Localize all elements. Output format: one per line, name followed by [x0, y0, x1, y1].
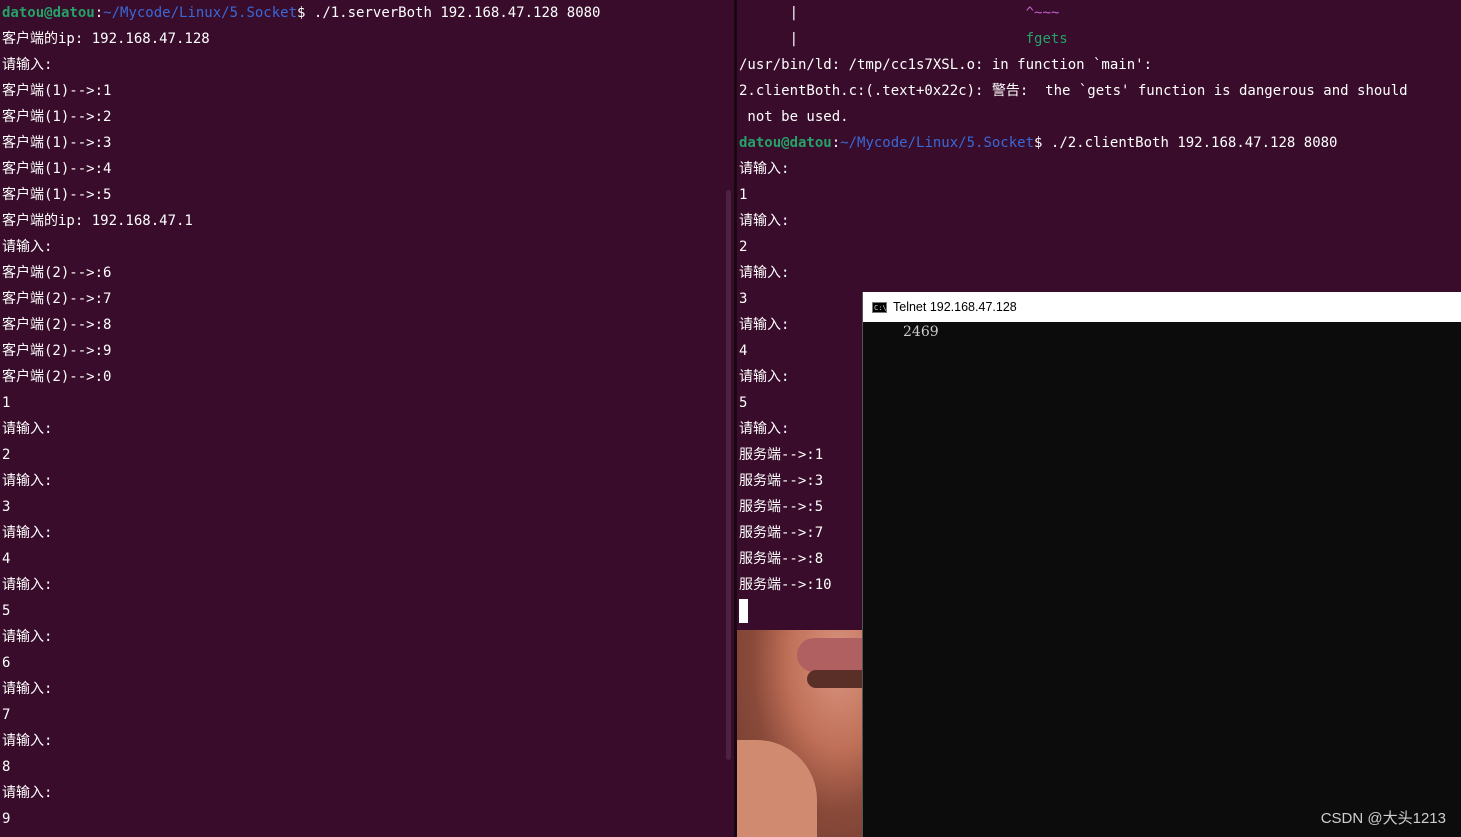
terminal-line: 请输入: — [2, 681, 53, 697]
server-terminal-window[interactable]: datou@datou:~/Mycode/Linux/5.Socket$ ./1… — [0, 0, 734, 837]
terminal-line: 2 — [739, 239, 748, 255]
terminal-line: 请输入: — [2, 629, 53, 645]
warning-pad — [798, 31, 1026, 47]
terminal-line: 客户端的ip: 192.168.47.128 — [2, 31, 210, 47]
terminal-line: 客户端(2)-->:7 — [2, 291, 112, 307]
server-output: 客户端的ip: 192.168.47.128 请输入: 客户端(1)-->:1 客户端… — [0, 26, 734, 832]
prompt-user: datou@datou — [739, 135, 832, 151]
terminal-line: 客户端(2)-->:6 — [2, 265, 112, 281]
telnet-titlebar[interactable]: C:\ Telnet 192.168.47.128 — [863, 292, 1461, 322]
warning-function-name: fgets — [1025, 31, 1068, 47]
prompt-colon: : — [94, 5, 104, 21]
terminal-line: 客户端(2)-->:9 — [2, 343, 112, 359]
shell-prompt-line: datou@datou:~/Mycode/Linux/5.Socket$ ./1… — [0, 0, 734, 26]
prompt-path: ~/Mycode/Linux/5.Socket — [840, 135, 1035, 151]
prompt-path: ~/Mycode/Linux/5.Socket — [103, 5, 298, 21]
terminal-scrollbar[interactable] — [726, 190, 731, 760]
prompt-colon: : — [831, 135, 841, 151]
terminal-line: 5 — [2, 603, 11, 619]
linker-warning: /usr/bin/ld: /tmp/cc1s7XSL.o: in functio… — [737, 52, 1461, 130]
terminal-line: /usr/bin/ld: /tmp/cc1s7XSL.o: in functio… — [739, 57, 1153, 73]
console-icon: C:\ — [872, 301, 887, 313]
terminal-line: 客户端(1)-->:1 — [2, 83, 112, 99]
csdn-watermark: CSDN @大头1213 — [1320, 810, 1446, 827]
terminal-line: 4 — [2, 551, 11, 567]
terminal-line: 客户端的ip: 192.168.47.1 — [2, 213, 193, 229]
terminal-line: 2.clientBoth.c:(.text+0x22c): 警告: the `g… — [739, 83, 1408, 99]
prompt-command: ./1.serverBoth 192.168.47.128 8080 — [305, 5, 601, 21]
terminal-line: 请输入: — [2, 733, 53, 749]
terminal-line: 3 — [2, 499, 11, 515]
warning-caret: ^~~~ — [1025, 5, 1060, 21]
desktop-wallpaper-photo — [737, 630, 864, 837]
terminal-line: not be used. — [739, 109, 849, 125]
warning-pad — [798, 5, 1026, 21]
terminal-line: 请输入: — [2, 785, 53, 801]
warning-gutter-bar: | — [739, 5, 799, 21]
prompt-user: datou@datou — [2, 5, 95, 21]
telnet-window[interactable]: C:\ Telnet 192.168.47.128 2469 — [862, 292, 1461, 837]
terminal-line: 请输入: — [2, 57, 53, 73]
prompt-command: ./2.clientBoth 192.168.47.128 8080 — [1042, 135, 1338, 151]
terminal-line: 请输入: — [739, 265, 790, 281]
terminal-line: 7 — [2, 707, 11, 723]
terminal-line: 客户端(1)-->:3 — [2, 135, 112, 151]
terminal-line: 请输入: — [2, 473, 53, 489]
terminal-line: 9 — [2, 811, 11, 827]
terminal-line: 客户端(2)-->:0 — [2, 369, 112, 385]
terminal-line: 请输入: — [739, 161, 790, 177]
warning-gutter-bar: | — [739, 31, 799, 47]
terminal-line: 1 — [739, 187, 748, 203]
terminal-line: 客户端(2)-->:8 — [2, 317, 112, 333]
terminal-line: 请输入: — [2, 239, 53, 255]
compiler-warning-caret-line: | ^~~~ — [737, 0, 1461, 26]
wallpaper-neck-shape — [737, 740, 817, 837]
telnet-title: Telnet 192.168.47.128 — [893, 300, 1017, 314]
shell-prompt-line: datou@datou:~/Mycode/Linux/5.Socket$ ./2… — [737, 130, 1461, 156]
terminal-line: 请输入: — [2, 577, 53, 593]
terminal-line: 2 — [2, 447, 11, 463]
compiler-warning-fn-line: | fgets — [737, 26, 1461, 52]
text-cursor — [739, 599, 748, 623]
telnet-console-output[interactable]: 2469 — [863, 322, 1461, 340]
terminal-line: 1 — [2, 395, 11, 411]
terminal-line: 客户端(1)-->:5 — [2, 187, 112, 203]
terminal-line: 请输入: — [739, 213, 790, 229]
terminal-line: 8 — [2, 759, 11, 775]
terminal-line: 6 — [2, 655, 11, 671]
terminal-line: 请输入: — [2, 525, 53, 541]
terminal-line: 请输入: — [2, 421, 53, 437]
terminal-line: 客户端(1)-->:2 — [2, 109, 112, 125]
wallpaper-mouth-shadow — [807, 670, 864, 688]
wallpaper-lips-shape — [797, 638, 864, 672]
terminal-line: 客户端(1)-->:4 — [2, 161, 112, 177]
